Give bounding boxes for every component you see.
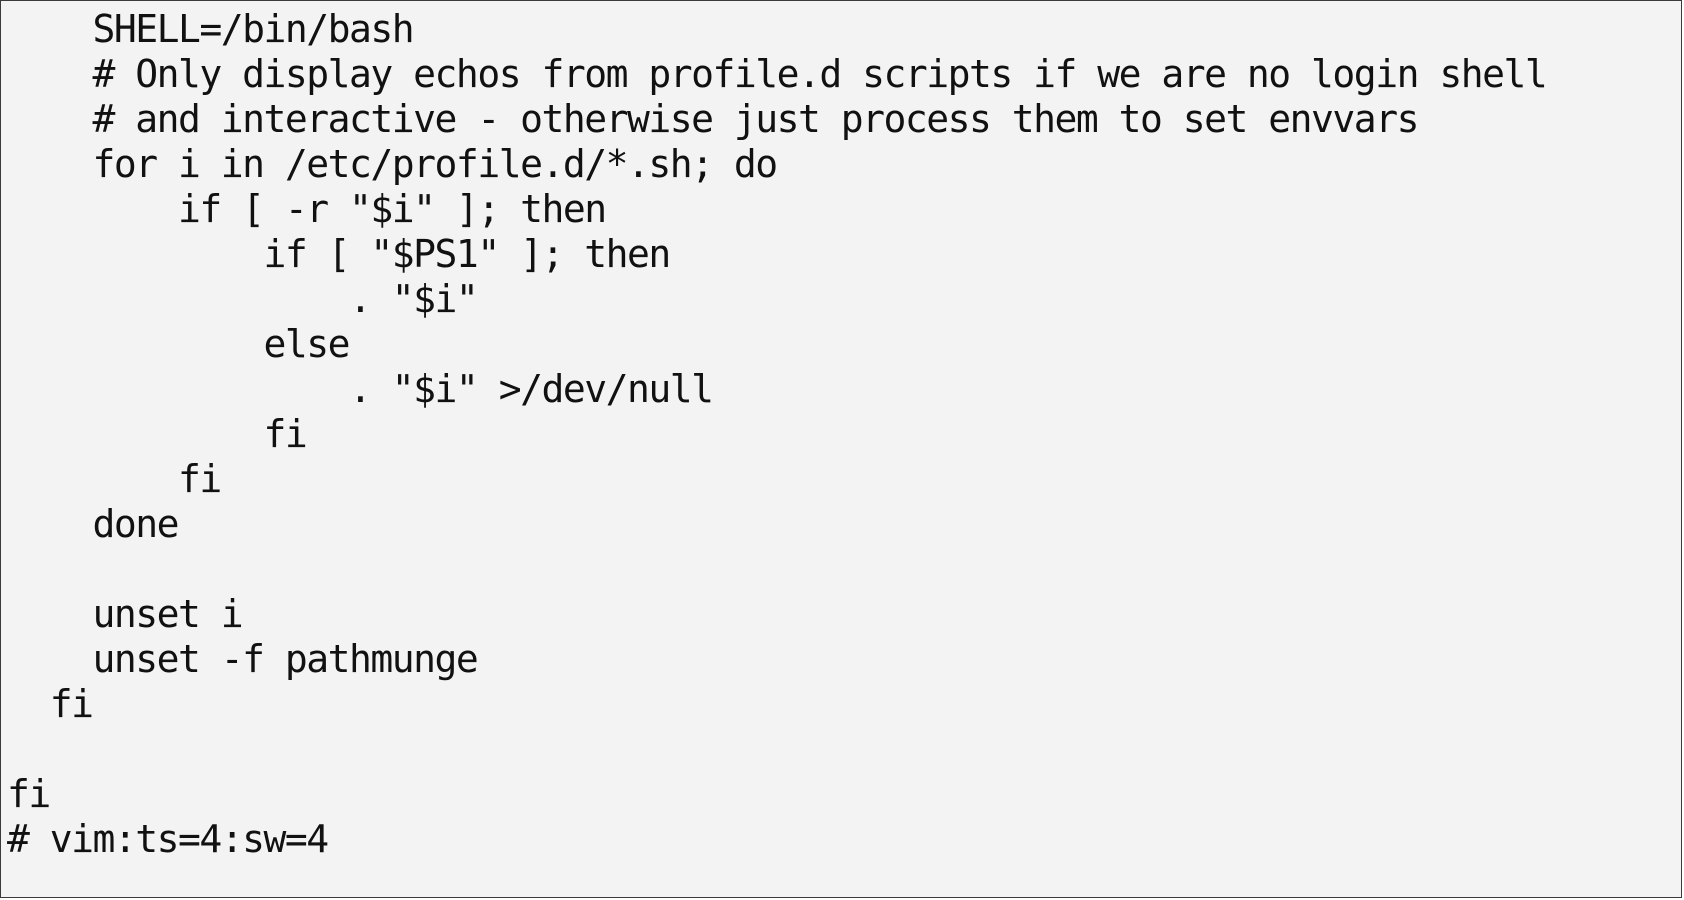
code-line: . "$i" bbox=[7, 277, 479, 321]
code-listing: SHELL=/bin/bash # Only display echos fro… bbox=[7, 7, 1548, 862]
code-listing-box: SHELL=/bin/bash # Only display echos fro… bbox=[0, 0, 1682, 898]
code-line: . "$i" >/dev/null bbox=[7, 367, 714, 411]
code-line: if [ -r "$i" ]; then bbox=[7, 187, 607, 231]
code-line: fi bbox=[7, 682, 94, 726]
code-line: done bbox=[7, 502, 180, 546]
code-line: for i in /etc/profile.d/*.sh; do bbox=[7, 142, 779, 186]
code-line: unset -f pathmunge bbox=[7, 637, 479, 681]
code-line: fi bbox=[7, 412, 308, 456]
code-line: fi bbox=[7, 457, 222, 501]
code-line: fi bbox=[7, 772, 51, 816]
code-line: unset i bbox=[7, 592, 244, 636]
code-line: # Only display echos from profile.d scri… bbox=[7, 52, 1548, 96]
code-line: # and interactive - otherwise just proce… bbox=[7, 97, 1420, 141]
code-line: if [ "$PS1" ]; then bbox=[7, 232, 672, 276]
code-line: # vim:ts=4:sw=4 bbox=[7, 817, 329, 861]
code-line: SHELL=/bin/bash bbox=[7, 7, 415, 51]
code-line: else bbox=[7, 322, 351, 366]
